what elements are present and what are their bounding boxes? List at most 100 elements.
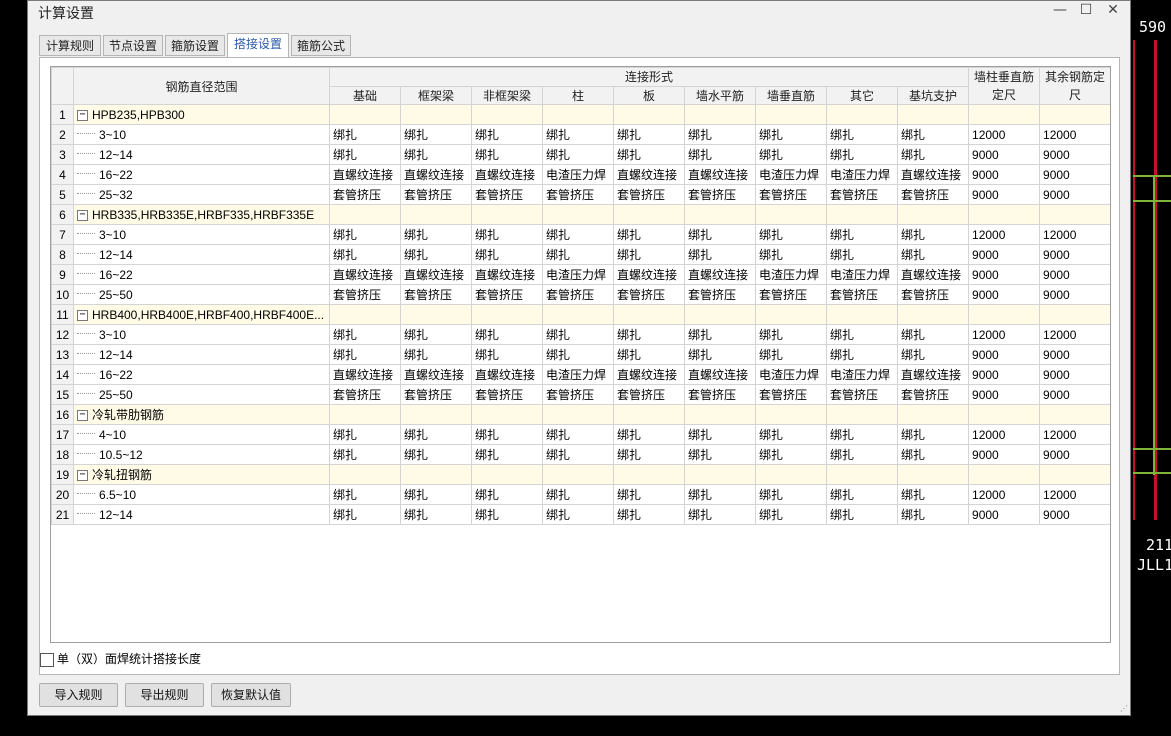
connection-type-cell[interactable]: 直螺纹连接 [329,164,401,185]
group-empty-cell[interactable] [542,204,614,225]
connection-type-cell[interactable]: 绑扎 [613,244,685,265]
connection-type-cell[interactable]: 绑扎 [896,244,970,265]
group-empty-cell[interactable] [613,304,685,325]
group-empty-cell[interactable] [400,104,472,125]
group-label-cell[interactable]: − HRB400,HRB400E,HRBF400,HRBF400E... [73,304,330,325]
connection-type-cell[interactable]: 直螺纹连接 [400,364,472,385]
connection-type-cell[interactable]: 套管挤压 [826,184,898,205]
connection-type-cell[interactable]: 绑扎 [684,144,756,165]
connection-type-cell[interactable]: 套管挤压 [896,184,970,205]
group-row[interactable]: 1− HPB235,HPB300 [51,104,1110,125]
connection-type-cell[interactable]: 绑扎 [896,504,970,525]
connection-type-cell[interactable]: 绑扎 [329,144,401,165]
connection-type-cell[interactable]: 绑扎 [755,144,827,165]
connection-type-cell[interactable]: 直螺纹连接 [896,364,970,385]
connection-type-cell[interactable]: 绑扎 [826,484,898,505]
connection-type-cell[interactable]: 绑扎 [400,324,472,345]
group-empty-cell[interactable] [329,464,401,485]
table-row[interactable]: 10 25~50 套管挤压 套管挤压 套管挤压 套管挤压 套管挤压 套管挤压 套管挤压 套管挤压套… [51,284,1110,305]
group-empty-cell[interactable] [400,404,472,425]
group-empty-cell[interactable] [896,104,970,125]
group-row[interactable]: 11− HRB400,HRB400E,HRBF400,HRBF400E... [51,304,1110,325]
connection-type-cell[interactable]: 绑扎 [826,504,898,525]
connection-type-cell[interactable]: 绑扎 [755,244,827,265]
connection-type-cell[interactable]: 绑扎 [542,244,614,265]
stock-length-cell[interactable]: 9000 [1039,444,1110,465]
maximize-icon[interactable]: ☐ [1076,1,1096,19]
connection-type-cell[interactable]: 套管挤压 [471,284,543,305]
connection-type-cell[interactable]: 绑扎 [755,504,827,525]
connection-type-cell[interactable]: 直螺纹连接 [684,364,756,385]
connection-type-cell[interactable]: 绑扎 [896,344,970,365]
connection-type-cell[interactable]: 绑扎 [684,444,756,465]
group-empty-cell[interactable] [826,204,898,225]
connection-type-cell[interactable]: 绑扎 [400,504,472,525]
connection-type-cell[interactable]: 套管挤压 [542,184,614,205]
connection-type-cell[interactable]: 套管挤压 [329,384,401,405]
connection-type-cell[interactable]: 绑扎 [471,324,543,345]
tab-stirrup-formula[interactable]: 箍筋公式 [291,35,351,56]
connection-type-cell[interactable]: 绑扎 [755,324,827,345]
connection-type-cell[interactable]: 绑扎 [613,124,685,145]
stock-length-cell[interactable]: 9000 [968,504,1041,525]
connection-type-cell[interactable]: 绑扎 [329,444,401,465]
diameter-range-cell[interactable]: 3~10 [73,324,330,345]
stock-length-cell[interactable]: 12000 [1039,324,1110,345]
connection-type-cell[interactable]: 直螺纹连接 [471,164,543,185]
group-empty-cell[interactable] [471,104,543,125]
group-empty-cell[interactable] [542,304,614,325]
connection-type-cell[interactable]: 绑扎 [826,124,898,145]
connection-type-cell[interactable]: 绑扎 [826,144,898,165]
group-empty-cell[interactable] [613,404,685,425]
connection-type-cell[interactable]: 绑扎 [471,484,543,505]
table-row[interactable]: 2 3~10 绑扎 绑扎 绑扎 绑扎 绑扎 绑扎 绑扎 绑扎 绑扎 12000 12000 [51,124,1110,145]
group-empty-cell[interactable] [826,304,898,325]
diameter-range-cell[interactable]: 6.5~10 [73,484,330,505]
group-row[interactable]: 6− HRB335,HRB335E,HRBF335,HRBF335E [51,204,1110,225]
group-empty-cell[interactable] [755,204,827,225]
diameter-range-cell[interactable]: 3~10 [73,124,330,145]
connection-type-cell[interactable]: 绑扎 [613,424,685,445]
stock-length-cell[interactable]: 12000 [1039,124,1110,145]
connection-type-cell[interactable]: 绑扎 [471,124,543,145]
table-row[interactable]: 3 12~14 绑扎 绑扎 绑扎 绑扎 绑扎 绑扎 绑扎 绑扎 绑扎 9000 9000 [51,144,1110,165]
group-empty-cell[interactable] [826,104,898,125]
stock-length-cell[interactable]: 12000 [968,124,1041,145]
group-label-cell[interactable]: − HRB335,HRB335E,HRBF335,HRBF335E [73,204,330,225]
connection-type-cell[interactable]: 套管挤压 [400,384,472,405]
connection-type-cell[interactable]: 绑扎 [826,444,898,465]
connection-type-cell[interactable]: 套管挤压 [755,384,827,405]
connection-type-cell[interactable]: 绑扎 [755,344,827,365]
connection-type-cell[interactable]: 直螺纹连接 [400,164,472,185]
connection-type-cell[interactable]: 绑扎 [542,344,614,365]
connection-type-cell[interactable]: 绑扎 [613,344,685,365]
connection-type-cell[interactable]: 绑扎 [684,344,756,365]
stock-length-cell[interactable]: 12000 [968,324,1041,345]
stock-length-cell[interactable]: 9000 [968,144,1041,165]
connection-type-cell[interactable]: 绑扎 [896,444,970,465]
group-empty-cell[interactable] [329,404,401,425]
connection-type-cell[interactable]: 直螺纹连接 [613,264,685,285]
stock-length-cell[interactable]: 9000 [968,184,1041,205]
diameter-range-cell[interactable]: 4~10 [73,424,330,445]
connection-type-cell[interactable]: 绑扎 [542,324,614,345]
connection-type-cell[interactable]: 绑扎 [542,484,614,505]
connection-type-cell[interactable]: 套管挤压 [896,284,970,305]
connection-type-cell[interactable]: 绑扎 [684,124,756,145]
connection-type-cell[interactable]: 绑扎 [400,344,472,365]
connection-type-cell[interactable]: 绑扎 [613,484,685,505]
diameter-range-cell[interactable]: 25~32 [73,184,330,205]
diameter-range-cell[interactable]: 16~22 [73,364,330,385]
connection-type-cell[interactable]: 绑扎 [684,244,756,265]
minimize-icon[interactable]: — [1050,1,1070,19]
group-empty-cell[interactable] [755,464,827,485]
group-empty-cell[interactable] [968,404,1041,425]
stock-length-cell[interactable]: 12000 [968,484,1041,505]
connection-type-cell[interactable]: 直螺纹连接 [896,164,970,185]
group-empty-cell[interactable] [1039,204,1110,225]
connection-type-cell[interactable]: 套管挤压 [471,184,543,205]
connection-type-cell[interactable]: 绑扎 [896,124,970,145]
group-empty-cell[interactable] [755,304,827,325]
table-row[interactable]: 13 12~14 绑扎 绑扎 绑扎 绑扎 绑扎 绑扎 绑扎 绑扎 绑扎 9000 9000 [51,344,1110,365]
connection-type-cell[interactable]: 套管挤压 [826,384,898,405]
